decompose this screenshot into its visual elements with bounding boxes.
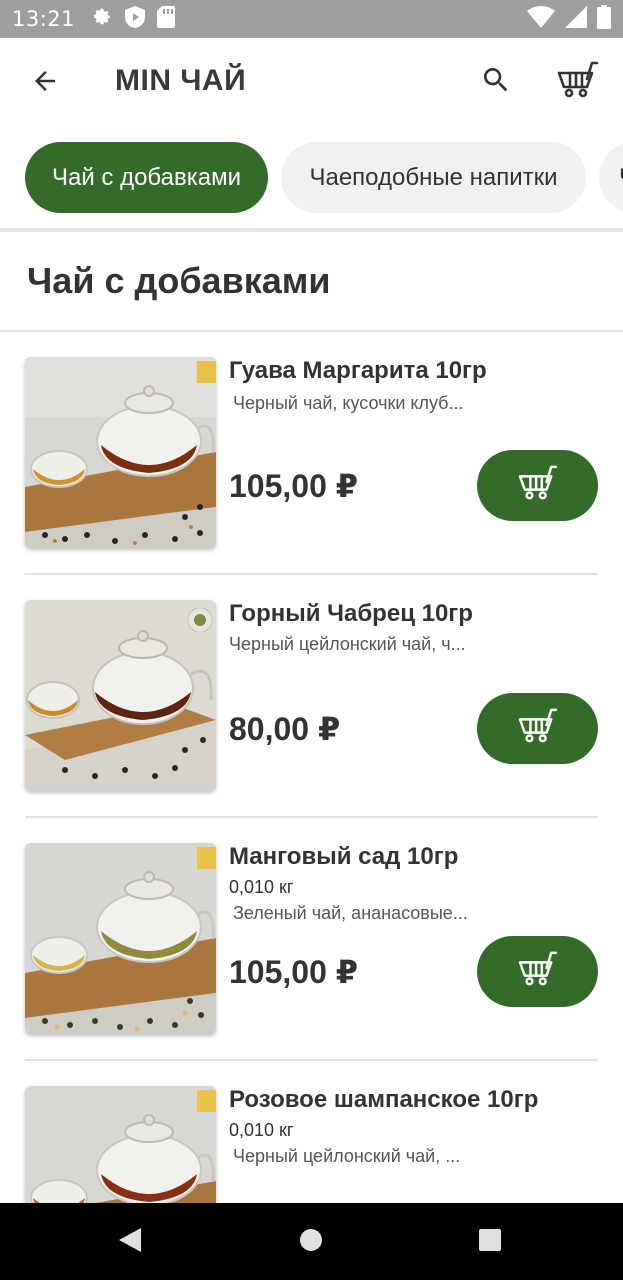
status-time: 13:21 — [12, 7, 76, 31]
category-chips: Чай с добавками Чаеподобные напитки Ч — [0, 128, 623, 228]
product-description: Черный чай, кусочки клуб... — [233, 393, 464, 413]
product-card[interactable]: Розовое шампанское 10гр 0,010 кг Черный … — [0, 1060, 623, 1203]
system-nav-bar — [0, 1203, 623, 1280]
square-recents-icon — [477, 1227, 503, 1258]
product-image — [25, 600, 216, 791]
product-weight: 0,010 кг — [229, 1120, 294, 1140]
product-weight: 0,010 кг — [229, 877, 294, 897]
cart-icon — [518, 951, 558, 992]
product-description: Черный цейлонский чай, ч... — [229, 634, 466, 654]
page-title: MIN ЧАЙ — [115, 64, 247, 97]
triangle-back-icon — [117, 1226, 143, 1259]
nav-home-button[interactable] — [294, 1225, 328, 1259]
arrow-left-icon — [30, 66, 60, 101]
cart-button[interactable] — [554, 60, 602, 104]
status-bar: 13:21 — [0, 0, 623, 38]
product-name: Гуава Маргарита 10гр — [229, 357, 487, 384]
product-image — [25, 843, 216, 1034]
add-to-cart-button[interactable] — [477, 936, 598, 1007]
chip-tea-like-drinks[interactable]: Чаеподобные напитки — [281, 142, 586, 213]
product-name: Розовое шампанское 10гр — [229, 1086, 539, 1113]
shield-play-icon — [125, 5, 146, 33]
back-button[interactable] — [24, 62, 66, 104]
product-price: 105,00 ₽ — [229, 468, 359, 504]
app-bar: MIN ЧАЙ — [0, 38, 623, 128]
sd-card-icon — [157, 5, 176, 33]
search-button[interactable] — [474, 60, 518, 104]
product-card[interactable]: Манговый сад 10гр 0,010 кг Зеленый чай, … — [0, 817, 623, 1061]
chip-label: Чай с добавками — [51, 163, 241, 191]
cart-icon — [518, 708, 558, 749]
gear-icon — [91, 6, 113, 33]
add-to-cart-button[interactable] — [477, 450, 598, 521]
circle-home-icon — [298, 1227, 324, 1258]
chip-label: Ч — [619, 164, 623, 192]
divider — [0, 228, 623, 232]
add-to-cart-button[interactable] — [477, 693, 598, 764]
product-name: Горный Чабрец 10гр — [229, 600, 473, 627]
battery-icon — [597, 4, 611, 34]
product-image — [25, 1086, 216, 1203]
search-icon — [480, 64, 512, 101]
product-price: 80,00 ₽ — [229, 711, 341, 747]
signal-icon — [565, 5, 587, 33]
product-image — [25, 357, 216, 548]
product-card[interactable]: Гуава Маргарита 10гр Черный чай, кусочки… — [0, 331, 623, 575]
nav-recents-button[interactable] — [473, 1225, 507, 1259]
chip-tea-with-additives[interactable]: Чай с добавками — [25, 142, 268, 213]
product-price: 105,00 ₽ — [229, 954, 359, 990]
cart-icon — [557, 61, 599, 104]
product-description: Зеленый чай, ананасовые... — [233, 903, 468, 923]
chip-more[interactable]: Ч — [599, 142, 623, 213]
nav-back-button[interactable] — [113, 1225, 147, 1259]
wifi-icon — [527, 5, 555, 33]
product-description: Черный цейлонский чай, ... — [233, 1146, 461, 1166]
section-title: Чай с добавками — [27, 260, 331, 301]
cart-icon — [518, 465, 558, 506]
product-card[interactable]: Горный Чабрец 10гр Черный цейлонский чай… — [0, 574, 623, 818]
product-name: Манговый сад 10гр — [229, 843, 459, 870]
chip-label: Чаеподобные напитки — [309, 163, 558, 191]
